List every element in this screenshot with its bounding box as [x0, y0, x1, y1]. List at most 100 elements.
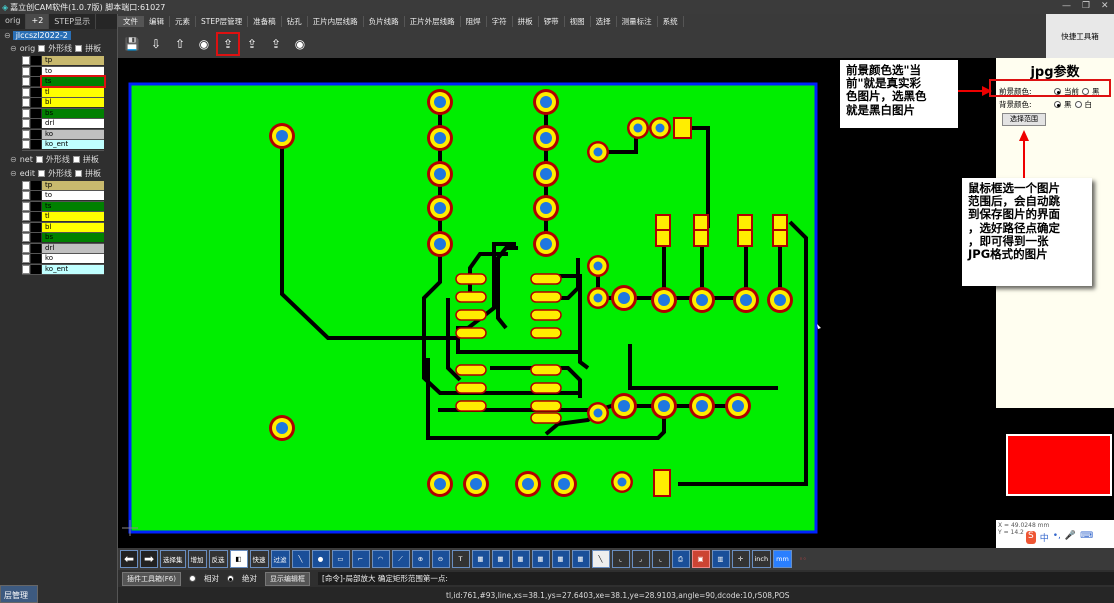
layer-visible-checkbox[interactable] — [22, 66, 30, 76]
layer-visible-checkbox[interactable] — [22, 191, 30, 201]
panel-checkbox[interactable] — [72, 155, 80, 163]
layer-name[interactable]: drl — [42, 119, 104, 129]
diagonal-icon[interactable]: ╲ — [591, 550, 610, 568]
absolute-radio[interactable] — [226, 575, 234, 582]
menu-item-3[interactable]: STEP层管理 — [196, 16, 249, 27]
layer-row[interactable]: tl — [22, 212, 104, 223]
filter-button[interactable]: 过滤 — [270, 550, 290, 568]
layer-row[interactable]: ts — [22, 201, 104, 212]
layer-name[interactable]: tp — [42, 56, 104, 66]
grid1-icon[interactable]: ▦ — [471, 550, 490, 568]
grid4-icon[interactable]: ▦ — [531, 550, 550, 568]
layer-color-swatch[interactable] — [31, 233, 41, 243]
grid6-icon[interactable]: ▦ — [571, 550, 590, 568]
outline-checkbox[interactable] — [38, 169, 46, 177]
bg-black-radio[interactable] — [1054, 101, 1061, 108]
layer-visible-checkbox[interactable] — [22, 233, 30, 243]
layer-visible-checkbox[interactable] — [22, 254, 30, 264]
layer-row[interactable]: drl — [22, 119, 104, 130]
menu-item-2[interactable]: 元素 — [170, 16, 196, 27]
plugin-toolbox-button[interactable]: 插件工具箱(F6) — [122, 571, 181, 586]
layer-visible-checkbox[interactable] — [22, 264, 30, 274]
pcb-canvas[interactable] — [118, 58, 996, 548]
select-range-button[interactable]: 选择范围 — [1002, 113, 1046, 126]
tab-step-display[interactable]: STEP显示 — [49, 14, 97, 29]
ime-mic-icon[interactable]: 🎤 — [1065, 531, 1076, 544]
add-pad-icon[interactable]: ⊕ — [411, 550, 430, 568]
collapse-icon[interactable]: ⊖ — [4, 31, 11, 40]
print-icon[interactable]: ⎙ — [671, 550, 690, 568]
layer-visible-checkbox[interactable] — [22, 56, 30, 66]
maximize-icon[interactable]: ❐ — [1082, 1, 1090, 11]
layer-visible-checkbox[interactable] — [22, 77, 30, 87]
layer-color-swatch[interactable] — [31, 119, 41, 129]
expand-icon[interactable]: ⊖ — [10, 155, 17, 164]
export-jpg-icon[interactable]: ⇪ — [216, 31, 240, 56]
ime-lang-icon[interactable]: 中 — [1040, 531, 1049, 544]
menu-item-12[interactable]: 锣带 — [539, 16, 565, 27]
layer-row[interactable]: drl — [22, 243, 104, 254]
mm-button[interactable]: mm — [773, 550, 792, 568]
expand-icon[interactable]: ⊖ — [10, 44, 17, 53]
layer-row[interactable]: bs — [22, 108, 104, 119]
relative-label[interactable]: 相对 — [204, 573, 219, 584]
export-drill-icon[interactable]: ⇪ — [266, 34, 286, 54]
layer-visible-checkbox[interactable] — [22, 180, 30, 190]
layer-row[interactable]: ko_ent — [22, 140, 104, 151]
rect-tool-icon[interactable]: ▭ — [331, 550, 350, 568]
layer-visible-checkbox[interactable] — [22, 201, 30, 211]
menu-item-14[interactable]: 选择 — [591, 16, 617, 27]
measure-tool-icon[interactable]: ⟋ — [391, 550, 410, 568]
layer-visible-checkbox[interactable] — [22, 243, 30, 253]
layer-name[interactable]: tp — [42, 180, 104, 190]
grid3-icon[interactable]: ▦ — [511, 550, 530, 568]
layer-row[interactable]: ts — [22, 75, 106, 89]
panel-checkbox[interactable] — [75, 169, 83, 177]
layer-color-swatch[interactable] — [31, 98, 41, 108]
add-button[interactable]: 增加 — [187, 550, 207, 568]
line-tool-icon[interactable]: ╲ — [291, 550, 310, 568]
layer-visible-checkbox[interactable] — [22, 87, 30, 97]
pcb-view[interactable] — [118, 58, 996, 548]
layer-row[interactable]: bl — [22, 98, 104, 109]
menu-item-1[interactable]: 编辑 — [144, 16, 170, 27]
layer-color-swatch[interactable] — [31, 264, 41, 274]
import-icon[interactable]: ⇩ — [146, 34, 166, 54]
menu-item-13[interactable]: 视图 — [565, 16, 591, 27]
group-net[interactable]: ⊖ net 外形线 拼板 — [10, 154, 117, 165]
layer-name[interactable]: ko — [42, 254, 104, 264]
export-icon[interactable]: ⇧ — [170, 34, 190, 54]
layer-color-swatch[interactable] — [31, 222, 41, 232]
ime-punct-icon[interactable]: •, — [1053, 531, 1061, 544]
layer-name[interactable]: bs — [42, 233, 104, 243]
layer-color-swatch[interactable] — [31, 108, 41, 118]
arc-tool-icon[interactable]: ◠ — [371, 550, 390, 568]
tree-root[interactable]: ⊖ jlccszl2022-2 — [4, 31, 117, 40]
snap2-icon[interactable]: ⌟ — [631, 550, 650, 568]
layer-name[interactable]: tl — [42, 212, 104, 222]
menu-item-11[interactable]: 拼板 — [513, 16, 539, 27]
layer-color-swatch[interactable] — [31, 180, 41, 190]
menu-item-7[interactable]: 负片线路 — [364, 16, 405, 27]
grid5-icon[interactable]: ▦ — [551, 550, 570, 568]
fg-black-radio[interactable] — [1082, 88, 1089, 95]
outline-checkbox[interactable] — [35, 155, 43, 163]
layer-name[interactable]: to — [42, 191, 104, 201]
invert-button[interactable]: 反选 — [208, 550, 228, 568]
layer-visible-checkbox[interactable] — [22, 108, 30, 118]
snap3-icon[interactable]: ⌞ — [651, 550, 670, 568]
layer-name[interactable]: ts — [42, 201, 104, 211]
layer-name[interactable]: bs — [42, 108, 104, 118]
menu-item-16[interactable]: 系统 — [658, 16, 684, 27]
menu-item-6[interactable]: 正片内层线路 — [308, 16, 364, 27]
menu-item-15[interactable]: 测量标注 — [617, 16, 658, 27]
inch-button[interactable]: inch — [751, 550, 772, 568]
outline-checkbox[interactable] — [38, 45, 46, 52]
layer-name[interactable]: ko — [42, 129, 104, 139]
remove-pad-icon[interactable]: ⊖ — [431, 550, 450, 568]
absolute-label[interactable]: 绝对 — [242, 573, 257, 584]
grid2-icon[interactable]: ▦ — [491, 550, 510, 568]
ime-logo-icon[interactable]: S — [1026, 531, 1036, 544]
outline-mode-icon[interactable]: ▥ — [711, 550, 730, 568]
layer-name[interactable]: bl — [42, 98, 104, 108]
